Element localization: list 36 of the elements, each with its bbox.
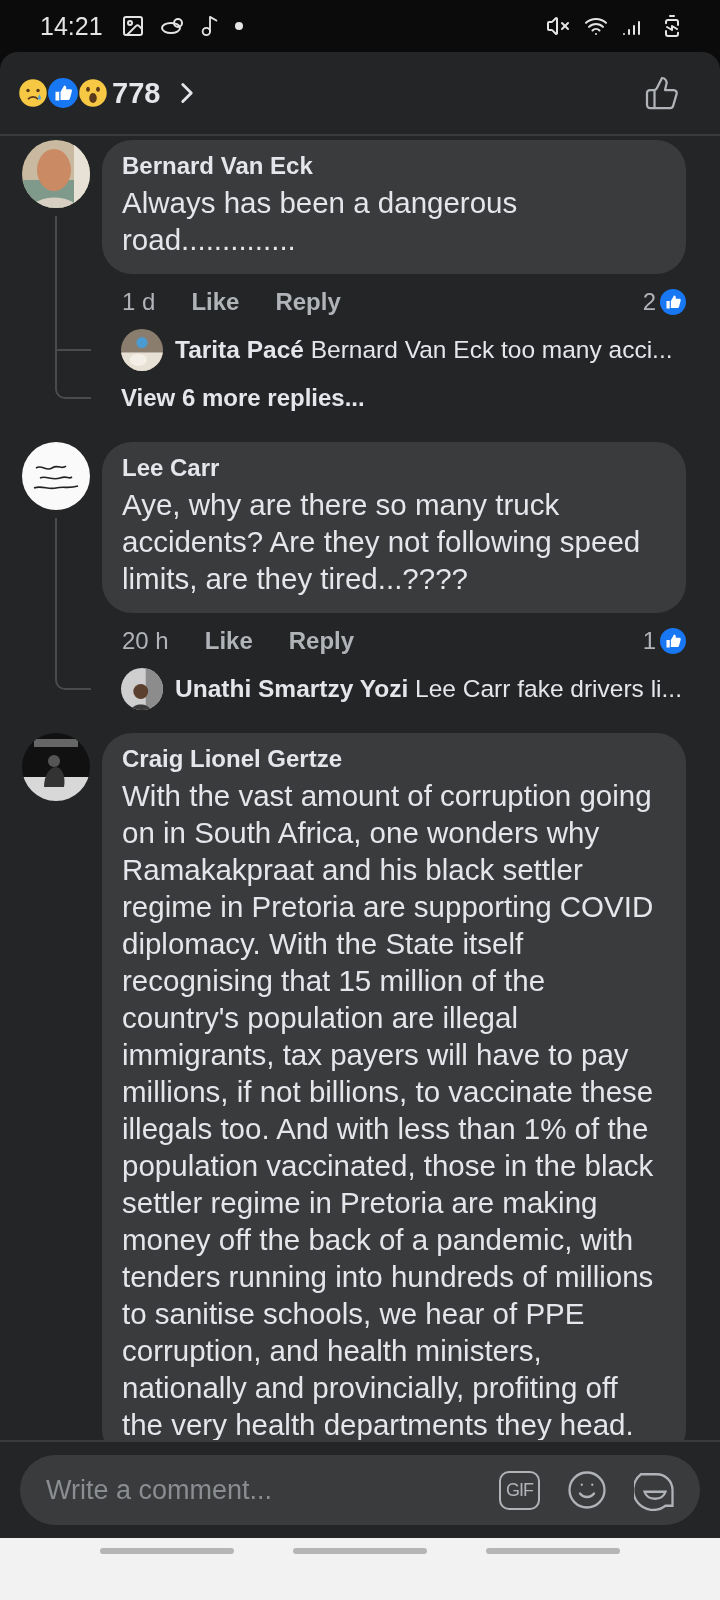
- like-count: 2: [642, 288, 656, 316]
- like-reaction-icon: [660, 289, 686, 315]
- comment-author[interactable]: Lee Carr: [122, 454, 664, 482]
- comment-time: 1 d: [122, 288, 156, 316]
- comment-text: Aye, why are there so many truck accidents? Are they not following speed limits, are they tired...????: [122, 487, 642, 597]
- status-time: 14:21: [40, 11, 103, 41]
- gallery-icon: [120, 14, 145, 38]
- reply-link[interactable]: Reply: [275, 288, 341, 316]
- wow-reaction-icon: [78, 78, 108, 108]
- comment-text: Always has been a dangerous road..............: [122, 185, 519, 258]
- mute-icon: [546, 14, 570, 38]
- like-count: 1: [642, 627, 656, 655]
- comment-field[interactable]: Write a comment... GIF: [20, 1455, 700, 1525]
- bird-icon: [158, 15, 185, 37]
- reaction-count[interactable]: 778: [112, 76, 161, 110]
- thread-connector: [55, 326, 91, 351]
- comment-time: 20 h: [122, 627, 169, 655]
- comment-author[interactable]: Bernard Van Eck: [122, 152, 664, 180]
- like-link[interactable]: Like: [204, 627, 253, 655]
- thread-connector: [55, 665, 91, 690]
- like-reaction-icon: [660, 628, 686, 654]
- like-reaction-icon: [48, 78, 78, 108]
- like-icon[interactable]: [644, 75, 680, 111]
- thread-connector: [55, 374, 91, 399]
- emoji-icon[interactable]: [566, 1469, 608, 1511]
- sad-reaction-icon: [18, 78, 48, 108]
- comment-author[interactable]: Craig Lionel Gertze: [122, 745, 664, 773]
- dot-icon: [234, 22, 243, 30]
- reply-preview[interactable]: Unathi Smartzy Yozi Lee Carr fake drivers li...: [175, 675, 682, 703]
- reply-avatar[interactable]: [121, 668, 163, 710]
- reply-link[interactable]: Reply: [288, 627, 355, 655]
- gif-button[interactable]: GIF: [499, 1470, 540, 1510]
- like-link[interactable]: Like: [191, 288, 240, 316]
- reply-avatar[interactable]: [121, 329, 163, 371]
- reply-preview[interactable]: Tarita Pacé Bernard Van Eck too many acci...: [175, 336, 673, 364]
- view-more-replies-link[interactable]: View 6 more replies...: [91, 384, 686, 412]
